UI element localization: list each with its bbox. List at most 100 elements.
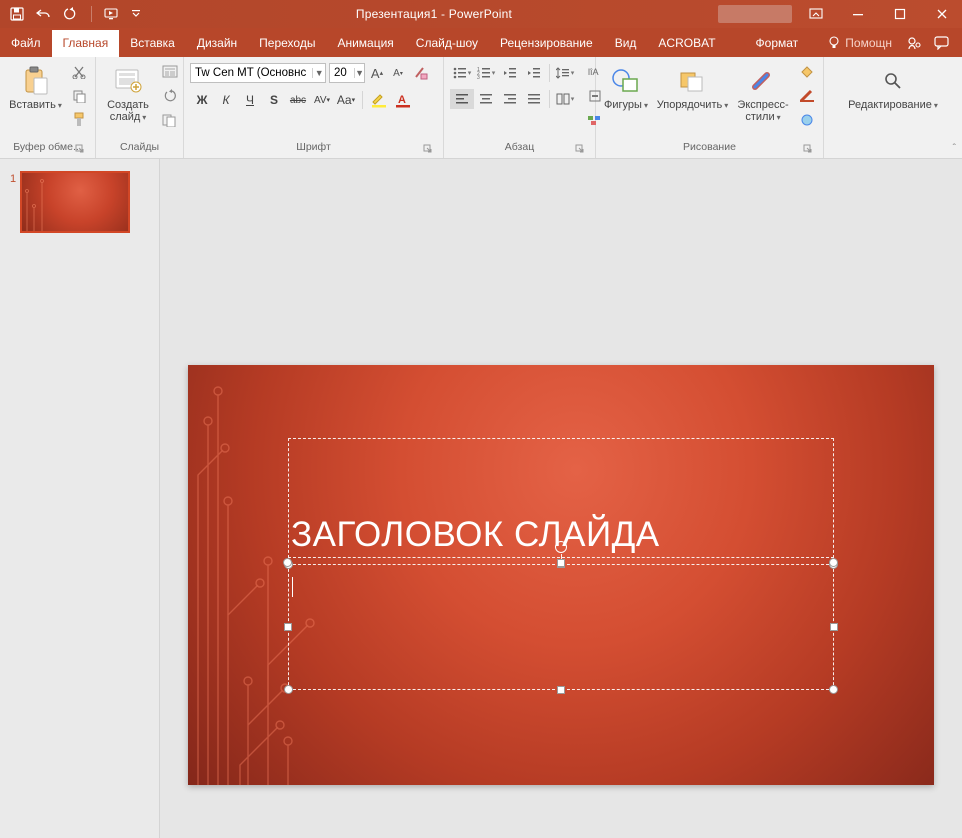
align-left-icon[interactable] — [450, 89, 474, 109]
increase-indent-icon[interactable] — [522, 63, 546, 83]
cut-icon[interactable] — [69, 63, 89, 81]
start-from-beginning-icon[interactable] — [103, 5, 121, 23]
comments-icon[interactable] — [930, 31, 954, 55]
title-placeholder[interactable]: ЗАГОЛОВОК СЛАЙДА — [288, 438, 834, 558]
decrease-indent-icon[interactable] — [498, 63, 522, 83]
resize-handle[interactable] — [284, 685, 293, 694]
dialog-launcher-icon[interactable] — [423, 144, 435, 156]
strikethrough-button[interactable]: abc — [286, 89, 310, 111]
shrink-font-icon[interactable]: A▾ — [389, 63, 407, 83]
tab-design[interactable]: Дизайн — [186, 30, 248, 57]
arrange-label: Упорядочить — [657, 99, 728, 112]
shape-outline-icon[interactable] — [797, 87, 817, 105]
resize-handle[interactable] — [557, 559, 565, 567]
resize-handle[interactable] — [557, 686, 565, 694]
justify-icon[interactable] — [522, 89, 546, 109]
resize-handle[interactable] — [829, 685, 838, 694]
reset-icon[interactable] — [158, 87, 184, 105]
slide[interactable]: ЗАГОЛОВОК СЛАЙДА — [188, 365, 934, 785]
dialog-launcher-icon[interactable] — [803, 144, 815, 156]
share-icon[interactable] — [902, 31, 926, 55]
tab-acrobat[interactable]: ACROBAT — [647, 30, 726, 57]
change-case-button[interactable]: Aa▾ — [334, 89, 358, 111]
bullets-icon[interactable] — [450, 63, 474, 83]
resize-handle[interactable] — [283, 558, 292, 567]
tell-me[interactable]: Помощн — [822, 36, 898, 50]
user-account[interactable] — [718, 5, 792, 23]
ribbon-display-options-icon[interactable] — [798, 0, 834, 28]
text-caret — [292, 577, 293, 597]
font-size-combo[interactable]: ▼ — [329, 63, 365, 83]
underline-button[interactable]: Ч — [238, 89, 262, 111]
slide-canvas[interactable]: ЗАГОЛОВОК СЛАЙДА — [160, 159, 962, 838]
numbering-icon[interactable]: 123 — [474, 63, 498, 83]
tab-transitions[interactable]: Переходы — [248, 30, 326, 57]
redo-icon[interactable] — [62, 5, 80, 23]
save-icon[interactable] — [8, 5, 26, 23]
section-icon[interactable] — [158, 111, 184, 129]
tab-format[interactable]: Формат — [745, 30, 810, 57]
tab-slideshow[interactable]: Слайд-шоу — [405, 30, 489, 57]
group-drawing: Фигуры Упорядочить Экспресс- стили Рисов… — [596, 57, 824, 158]
font-name-combo[interactable]: ▼ — [190, 63, 326, 83]
font-name-input[interactable] — [191, 67, 312, 79]
slide-thumbnail-1[interactable]: 1 — [10, 171, 149, 233]
chevron-down-icon[interactable]: ▼ — [354, 68, 364, 78]
font-color-button[interactable]: A — [391, 89, 415, 111]
minimize-icon[interactable] — [840, 0, 876, 28]
subtitle-placeholder[interactable] — [288, 564, 834, 690]
tab-view[interactable]: Вид — [604, 30, 648, 57]
text-shadow-button[interactable]: S — [262, 89, 286, 111]
format-painter-icon[interactable] — [69, 111, 89, 129]
line-spacing-icon[interactable] — [553, 63, 577, 83]
svg-text:A: A — [398, 94, 406, 106]
thumbnail-pane[interactable]: 1 — [0, 159, 160, 838]
align-center-icon[interactable] — [474, 89, 498, 109]
copy-icon[interactable] — [69, 87, 89, 105]
arrange-button[interactable]: Упорядочить — [656, 63, 729, 114]
tab-file[interactable]: Файл — [0, 30, 52, 57]
group-font-label: Шрифт — [296, 141, 331, 153]
columns-icon[interactable] — [553, 89, 577, 109]
clear-formatting-icon[interactable] — [410, 63, 432, 83]
italic-button[interactable]: К — [214, 89, 238, 111]
grow-font-icon[interactable]: A▴ — [368, 63, 386, 83]
font-size-input[interactable] — [330, 67, 354, 79]
shape-fill-icon[interactable] — [797, 63, 817, 81]
group-slides: Создать слайд Слайды — [96, 57, 184, 158]
tab-insert[interactable]: Вставка — [119, 30, 186, 57]
shapes-button[interactable]: Фигуры — [602, 63, 650, 114]
quick-styles-button[interactable]: Экспресс- стили — [735, 63, 791, 126]
group-clipboard-label: Буфер обме... — [13, 141, 81, 153]
dialog-launcher-icon[interactable] — [75, 144, 87, 156]
shape-effects-icon[interactable] — [797, 111, 817, 129]
rotate-handle-icon[interactable] — [555, 541, 567, 553]
layout-icon[interactable] — [158, 63, 184, 81]
tab-home[interactable]: Главная — [52, 30, 120, 57]
group-drawing-label: Рисование — [683, 141, 736, 153]
tab-review[interactable]: Рецензирование — [489, 30, 604, 57]
qat-separator — [91, 6, 92, 22]
quick-styles-icon — [749, 65, 777, 97]
highlight-color-button[interactable] — [367, 89, 391, 111]
dialog-launcher-icon[interactable] — [575, 144, 587, 156]
chevron-down-icon[interactable]: ▼ — [312, 68, 325, 78]
resize-handle[interactable] — [829, 558, 838, 567]
ribbon: Вставить Буфер обме... Создать слайд — [0, 57, 962, 159]
group-clipboard: Вставить Буфер обме... — [0, 57, 96, 158]
resize-handle[interactable] — [830, 623, 838, 631]
undo-icon[interactable] — [35, 5, 53, 23]
qat-customize-icon[interactable] — [130, 5, 142, 23]
bold-button[interactable]: Ж — [190, 89, 214, 111]
maximize-icon[interactable] — [882, 0, 918, 28]
close-icon[interactable] — [924, 0, 960, 28]
editing-button[interactable]: Редактирование — [843, 63, 943, 114]
char-spacing-button[interactable]: AV ▾ — [310, 89, 334, 111]
thumbnail-preview[interactable] — [20, 171, 130, 233]
resize-handle[interactable] — [284, 623, 292, 631]
collapse-ribbon-icon[interactable]: ˆ — [953, 143, 956, 154]
tab-animation[interactable]: Анимация — [326, 30, 404, 57]
paste-button[interactable]: Вставить — [6, 63, 65, 114]
align-right-icon[interactable] — [498, 89, 522, 109]
new-slide-button[interactable]: Создать слайд — [102, 63, 154, 126]
